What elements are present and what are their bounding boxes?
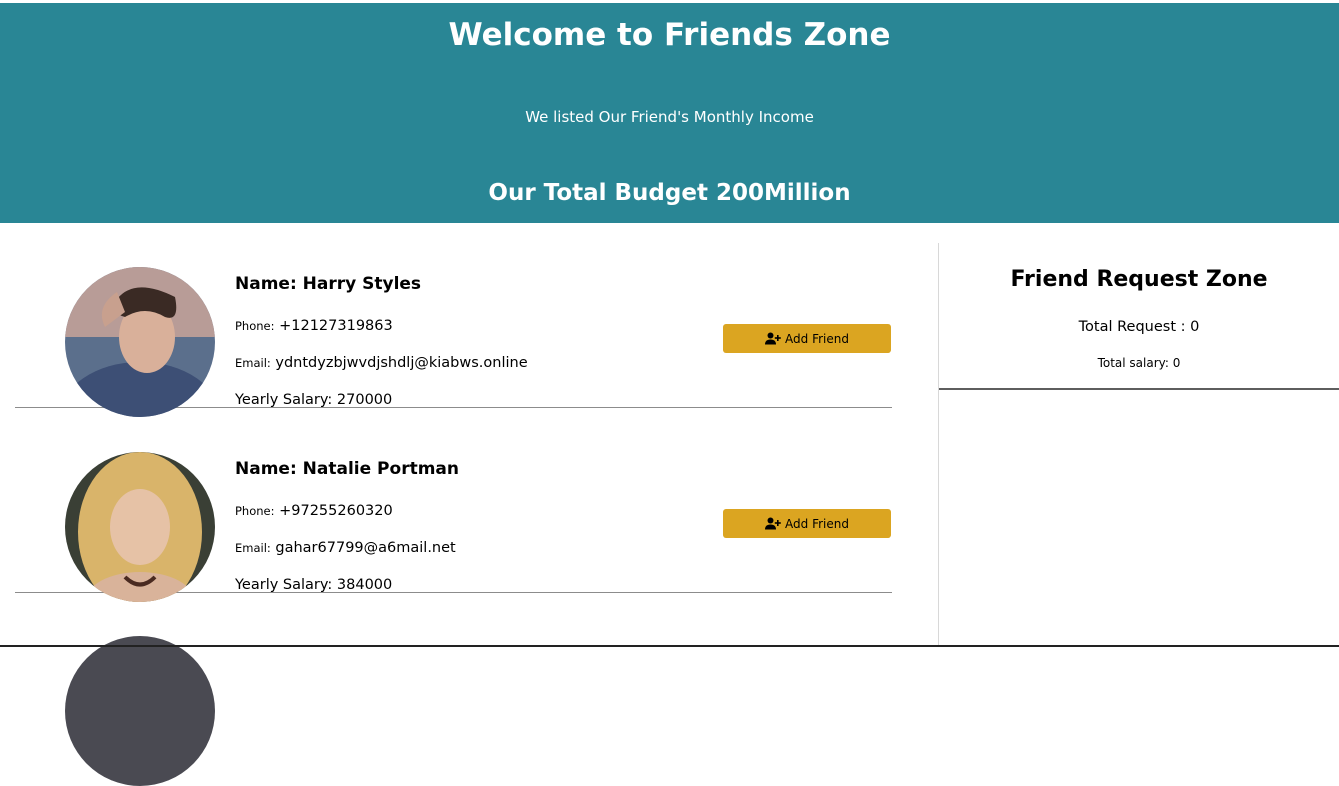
phone-row: Phone: +97255260320 — [235, 501, 393, 521]
email-row: Email: gahar67799@a6mail.net — [235, 538, 456, 558]
friend-name: Name: Harry Styles — [235, 274, 422, 294]
avatar — [65, 636, 215, 786]
friend-card: Name: Harry Styles Phone: +12127319863 E… — [15, 223, 892, 417]
total-salary: Total salary: 0 — [1097, 356, 1181, 370]
add-friend-button[interactable]: Add Friend — [723, 324, 891, 353]
user-plus-icon — [765, 332, 781, 345]
phone-value: +12127319863 — [279, 318, 393, 334]
friend-list: Name: Harry Styles Phone: +12127319863 E… — [0, 223, 938, 786]
page-subtitle: We listed Our Friend's Monthly Income — [525, 108, 814, 126]
phone-label: Phone: — [235, 319, 275, 333]
add-friend-label: Add Friend — [785, 331, 849, 346]
friend-name: Name: Natalie Portman — [235, 459, 459, 479]
phone-label: Phone: — [235, 504, 275, 518]
email-value: gahar67799@a6mail.net — [275, 540, 456, 556]
phone-row: Phone: +12127319863 — [235, 316, 393, 336]
avatar — [65, 452, 215, 602]
email-label: Email: — [235, 356, 271, 370]
salary-row: Yearly Salary: 270000 — [235, 392, 393, 408]
friend-card: Name: Natalie Portman Phone: +9725526032… — [15, 408, 892, 602]
email-label: Email: — [235, 541, 271, 555]
add-friend-button[interactable]: Add Friend — [723, 509, 891, 538]
add-friend-label: Add Friend — [785, 516, 849, 531]
avatar — [65, 267, 215, 417]
total-budget: Our Total Budget 200Million — [488, 180, 851, 206]
phone-value: +97255260320 — [279, 503, 393, 519]
email-row: Email: ydntdyzbjwvdjshdlj@kiabws.online — [235, 353, 528, 373]
friend-info: Name: Natalie Portman Phone: +9725526032… — [235, 458, 459, 593]
friend-info: Name: Harry Styles Phone: +12127319863 E… — [235, 273, 528, 408]
friend-request-zone: Friend Request Zone Total Request : 0 To… — [939, 243, 1339, 390]
user-plus-icon — [765, 517, 781, 530]
page-header: Welcome to Friends Zone We listed Our Fr… — [0, 3, 1339, 223]
total-request: Total Request : 0 — [1078, 319, 1200, 335]
salary-row: Yearly Salary: 384000 — [235, 577, 393, 593]
request-zone-title: Friend Request Zone — [1010, 267, 1268, 292]
page-title: Welcome to Friends Zone — [448, 17, 891, 53]
email-value: ydntdyzbjwvdjshdlj@kiabws.online — [275, 355, 528, 371]
